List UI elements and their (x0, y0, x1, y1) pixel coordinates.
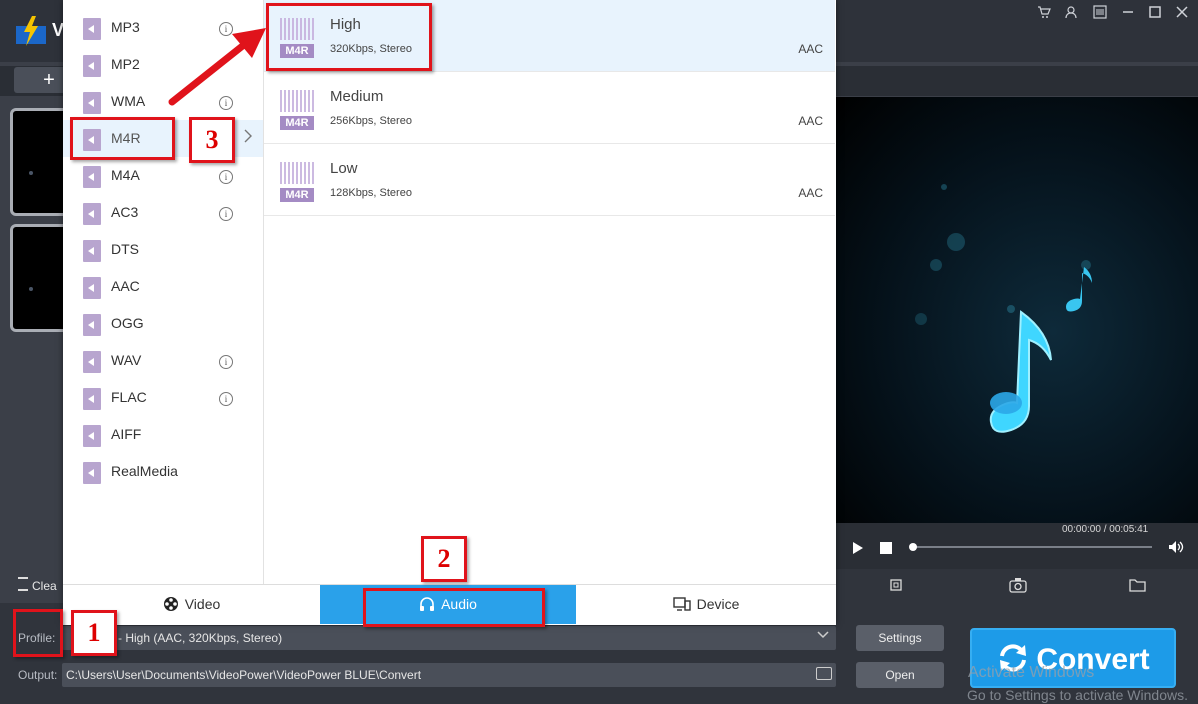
format-label: AIFF (111, 426, 142, 442)
format-label: MP2 (111, 56, 140, 72)
info-icon[interactable]: i (219, 355, 233, 369)
profile-value: - High (AAC, 320Kbps, Stereo) (118, 631, 283, 645)
audio-file-icon (83, 351, 101, 373)
annotation-box-m4r (70, 117, 175, 160)
tab-device-label: Device (696, 596, 740, 612)
quality-detail: 128Kbps, Stereo (330, 187, 412, 199)
annotation-box-profile (13, 609, 63, 657)
audio-file-icon (83, 277, 101, 299)
audio-file-icon (83, 18, 101, 40)
format-item-ogg[interactable]: OGG (63, 305, 263, 342)
annotation-box-high-quality (266, 3, 432, 71)
output-path: C:\Users\User\Documents\VideoPower\Video… (66, 668, 422, 682)
minimize-icon[interactable] (1117, 5, 1139, 23)
format-label: M4A (111, 167, 140, 183)
format-label: RealMedia (111, 463, 178, 479)
audio-file-icon (83, 388, 101, 410)
maximize-icon[interactable] (1144, 5, 1166, 23)
tab-video-label: Video (184, 596, 221, 612)
video-thumbnail[interactable] (10, 108, 70, 216)
format-label: MP3 (111, 19, 140, 35)
open-button[interactable]: Open (856, 662, 944, 688)
quality-codec: AAC (798, 114, 823, 128)
format-badge: M4R (280, 116, 314, 130)
output-label: Output: (18, 668, 58, 682)
audio-file-icon (83, 240, 101, 262)
volume-icon[interactable] (1168, 540, 1184, 559)
clear-list-icon (18, 577, 28, 591)
folder-open-icon[interactable] (1129, 577, 1147, 598)
audio-file-icon (83, 166, 101, 188)
chevron-right-icon (243, 128, 253, 149)
close-icon[interactable] (1171, 5, 1193, 23)
annotation-box-audio-tab (363, 588, 545, 627)
format-label: WMA (111, 93, 146, 109)
audio-file-icon (83, 92, 101, 114)
format-label: WAV (111, 352, 142, 368)
audio-file-icon (83, 462, 101, 484)
device-icon (672, 597, 691, 611)
quality-codec: AAC (798, 42, 823, 56)
audio-file-icon (83, 203, 101, 225)
app-logo-icon (16, 16, 46, 46)
format-item-wav[interactable]: WAV i (63, 342, 263, 379)
crop-icon[interactable] (888, 577, 904, 598)
stop-icon[interactable] (880, 542, 892, 554)
watermark-title: Activate Windows (968, 664, 1095, 681)
info-icon[interactable]: i (219, 392, 233, 406)
play-icon[interactable] (852, 541, 864, 560)
chevron-down-icon[interactable] (816, 629, 830, 643)
m4r-file-icon: M4R (280, 156, 314, 202)
menu-icon[interactable] (1089, 5, 1111, 23)
music-note-icon (915, 184, 1092, 433)
watermark-subtitle: Go to Settings to activate Windows. (967, 687, 1188, 703)
settings-button[interactable]: Settings (856, 625, 944, 651)
audio-file-icon (83, 425, 101, 447)
format-item-realmedia[interactable]: RealMedia (63, 453, 263, 490)
film-reel-icon (163, 597, 178, 611)
quality-detail: 256Kbps, Stereo (330, 115, 412, 127)
format-label: OGG (111, 315, 144, 331)
time-display: 00:00:00 / 00:05:41 (1062, 524, 1149, 535)
format-label: AC3 (111, 204, 139, 220)
camera-icon[interactable] (1009, 577, 1027, 598)
annotation-arrow (168, 28, 266, 106)
quality-name: Low (330, 160, 358, 177)
clear-button[interactable]: Clea (18, 577, 57, 593)
clear-button-label: Clea (32, 579, 57, 593)
info-icon[interactable]: i (219, 170, 233, 184)
annotation-badge-3: 3 (189, 117, 235, 163)
seek-bar[interactable] (912, 546, 1152, 548)
annotation-badge-2: 2 (421, 536, 467, 582)
format-item-aac[interactable]: AAC (63, 268, 263, 305)
cart-icon[interactable] (1033, 5, 1055, 23)
quality-item-medium[interactable]: M4R Medium 256Kbps, Stereo AAC (264, 72, 835, 144)
format-item-ac3[interactable]: AC3 i (63, 194, 263, 231)
audio-file-icon (83, 314, 101, 336)
seek-handle[interactable] (909, 543, 917, 551)
format-label: DTS (111, 241, 139, 257)
format-badge: M4R (280, 188, 314, 202)
quality-name: Medium (330, 88, 384, 105)
preview-pane (836, 97, 1198, 523)
audio-file-icon (83, 55, 101, 77)
format-item-flac[interactable]: FLAC i (63, 379, 263, 416)
format-label: FLAC (111, 389, 147, 405)
quality-item-low[interactable]: M4R Low 128Kbps, Stereo AAC (264, 144, 835, 216)
format-label: AAC (111, 278, 140, 294)
m4r-file-icon: M4R (280, 84, 314, 130)
info-icon[interactable]: i (219, 207, 233, 221)
tab-device[interactable]: Device (576, 585, 836, 624)
user-icon[interactable] (1060, 5, 1082, 23)
format-item-dts[interactable]: DTS (63, 231, 263, 268)
folder-icon[interactable] (816, 667, 832, 680)
annotation-badge-1: 1 (71, 610, 117, 656)
video-thumbnail[interactable] (10, 224, 70, 332)
format-item-aiff[interactable]: AIFF (63, 416, 263, 453)
quality-codec: AAC (798, 186, 823, 200)
